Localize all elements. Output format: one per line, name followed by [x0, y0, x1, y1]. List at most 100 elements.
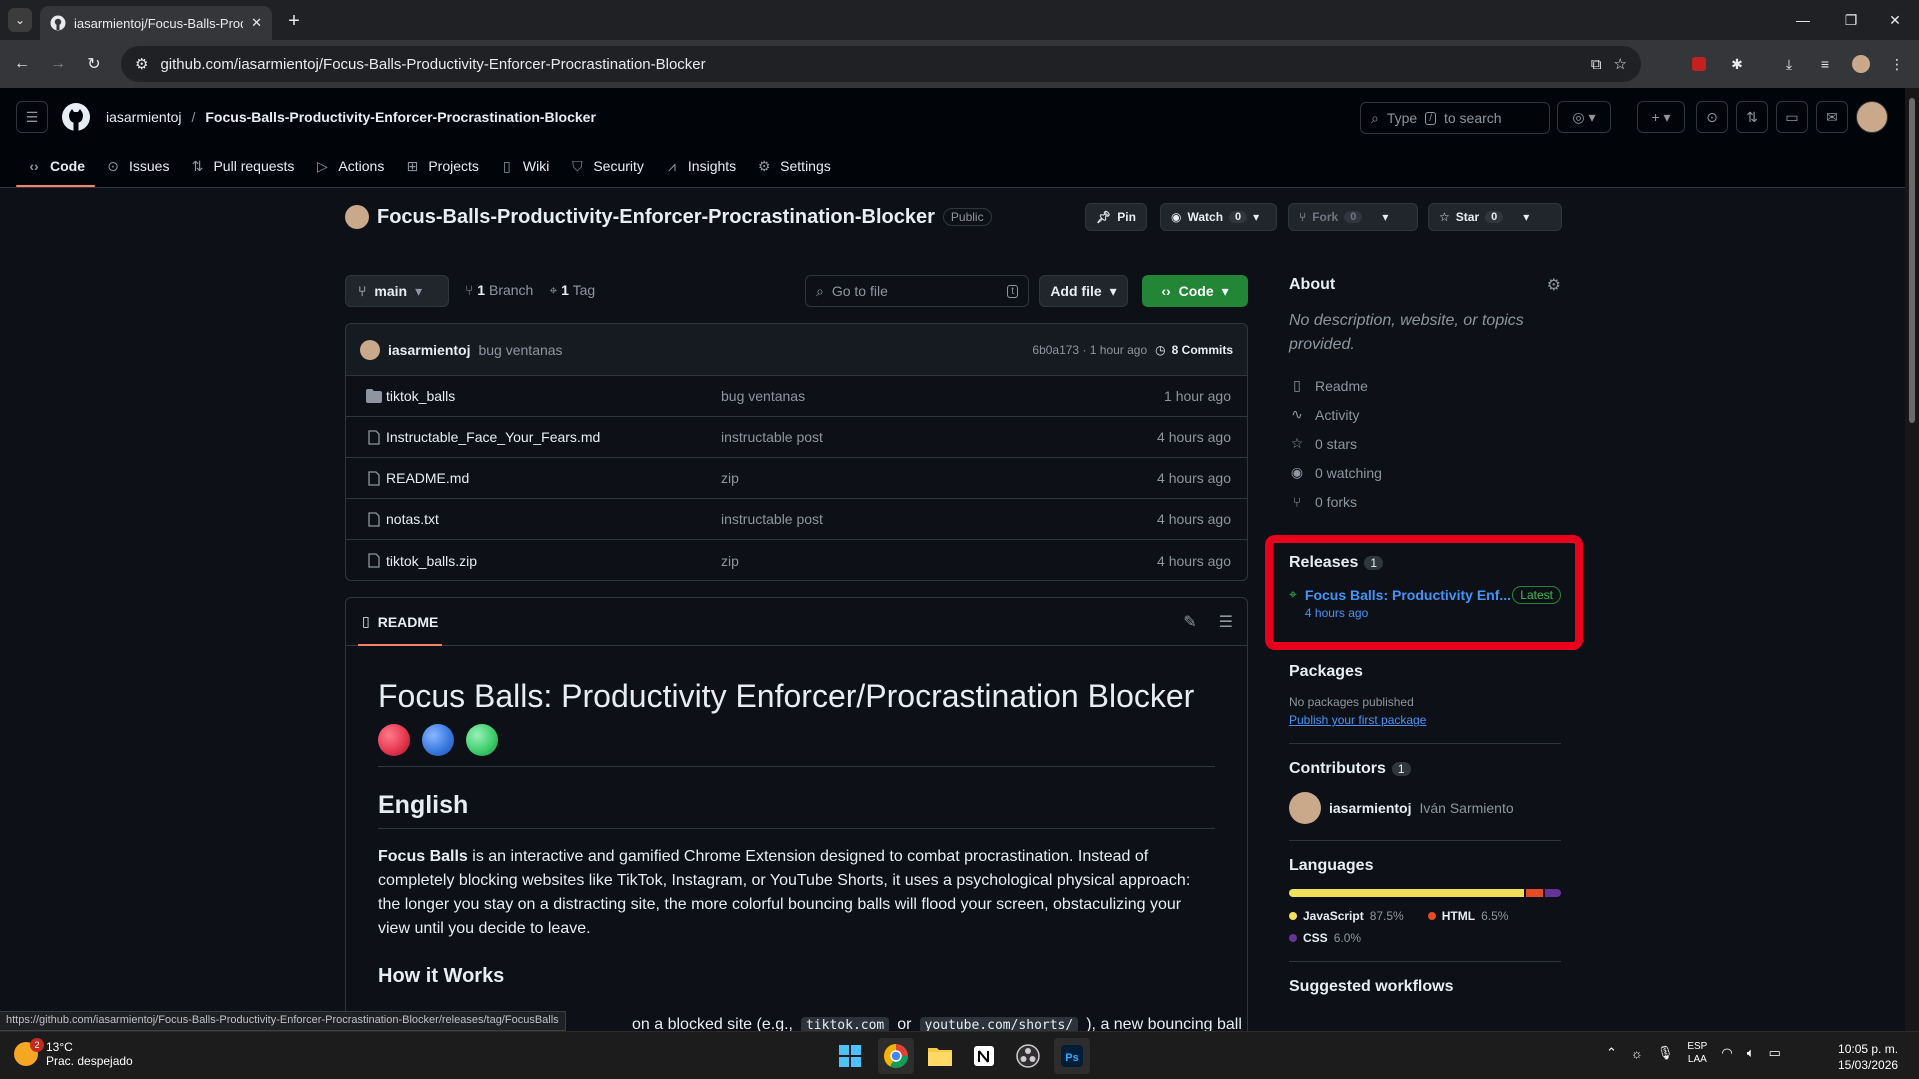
file-commit-message[interactable]: zip — [721, 553, 1157, 569]
create-new-button[interactable]: + ▾ — [1637, 101, 1685, 133]
close-window-icon[interactable]: ✕ — [1875, 8, 1915, 32]
tab-insights[interactable]: ⩘ Insights — [654, 145, 746, 187]
browser-tab[interactable]: iasarmientoj/Focus-Balls-Produ ✕ — [40, 6, 272, 40]
commits-link[interactable]: ◷ 8 Commits — [1155, 343, 1233, 357]
new-tab-icon[interactable]: + — [282, 9, 306, 33]
user-avatar[interactable] — [1856, 101, 1888, 133]
tab-settings[interactable]: ⚙ Settings — [746, 145, 841, 187]
owner-avatar[interactable] — [345, 205, 369, 229]
url-text[interactable]: github.com/iasarmientoj/Focus-Balls-Prod… — [160, 56, 1578, 73]
chevron-down-icon[interactable]: ▾ — [1523, 210, 1529, 224]
stars-link[interactable]: ☆ 0 stars — [1289, 429, 1561, 458]
fork-button[interactable]: ⑂ Fork 0 ▾ — [1288, 203, 1418, 231]
watch-button[interactable]: ◉ Watch 0 ▾ — [1160, 203, 1277, 231]
forward-icon[interactable]: → — [46, 52, 70, 76]
copilot-button[interactable]: ◎ ▾ — [1557, 101, 1611, 133]
file-name[interactable]: Instructable_Face_Your_Fears.md — [386, 429, 721, 445]
search-input[interactable]: ⌕ Type / to search — [1360, 102, 1550, 134]
input-language[interactable]: ESP LAA — [1687, 1040, 1707, 1066]
file-commit-message[interactable]: bug ventanas — [721, 388, 1164, 404]
extensions-puzzle-icon[interactable]: ✱ — [1725, 52, 1749, 76]
github-logo-icon[interactable] — [60, 101, 92, 133]
tab-search-chevron-icon[interactable]: ⌄ — [8, 8, 32, 32]
tab-projects[interactable]: ⊞ Projects — [394, 145, 489, 187]
tray-chevron-icon[interactable]: ⌃ — [1606, 1045, 1617, 1061]
contributor-item[interactable]: iasarmientoj Iván Sarmiento — [1289, 792, 1561, 824]
file-name[interactable]: README.md — [386, 470, 721, 486]
chrome-taskbar-icon[interactable] — [878, 1038, 914, 1074]
obs-icon[interactable] — [1010, 1038, 1046, 1074]
file-name[interactable]: tiktok_balls.zip — [386, 553, 721, 569]
file-commit-message[interactable]: instructable post — [721, 511, 1157, 527]
close-tab-icon[interactable]: ✕ — [251, 15, 262, 31]
repositories-icon[interactable]: ▭ — [1776, 101, 1808, 133]
branch-selector[interactable]: ⑂ main ▾ — [345, 275, 449, 307]
table-row[interactable]: tiktok_balls.zip zip 4 hours ago — [346, 540, 1247, 580]
contributor-login[interactable]: iasarmientoj — [1329, 800, 1411, 816]
file-commit-message[interactable]: zip — [721, 470, 1157, 486]
file-name[interactable]: notas.txt — [386, 511, 721, 527]
contributor-avatar[interactable] — [1289, 792, 1321, 824]
language-javascript[interactable]: JavaScript 87.5% — [1289, 909, 1404, 923]
publish-package-link[interactable]: Publish your first package — [1289, 713, 1561, 727]
commit-message[interactable]: bug ventanas — [478, 342, 1024, 358]
table-row[interactable]: notas.txt instructable post 4 hours ago — [346, 499, 1247, 540]
issues-icon[interactable]: ⊙ — [1696, 101, 1728, 133]
goto-file-input[interactable]: ⌕ Go to file t — [805, 275, 1029, 307]
minimize-icon[interactable]: — — [1783, 8, 1823, 32]
weather-widget[interactable]: 2 13°C Prac. despejado — [14, 1038, 133, 1068]
commit-sha-time[interactable]: 6b0a173 · 1 hour ago — [1032, 343, 1147, 357]
downloads-icon[interactable]: ⤓ — [1777, 52, 1801, 76]
watching-link[interactable]: ◉ 0 watching — [1289, 458, 1561, 487]
language-css[interactable]: CSS 6.0% — [1289, 931, 1561, 945]
tags-link[interactable]: ⌖ 1 Tag — [549, 282, 595, 299]
activity-link[interactable]: ∿ Activity — [1289, 400, 1561, 429]
repo-name[interactable]: Focus-Balls-Productivity-Enforcer-Procra… — [377, 206, 935, 229]
readme-link[interactable]: ▯ Readme — [1289, 371, 1561, 400]
pin-button[interactable]: 📌︎ Pin — [1085, 203, 1147, 231]
brightness-icon[interactable]: ☼ — [1631, 1046, 1643, 1061]
gear-icon[interactable]: ⚙ — [1547, 275, 1561, 295]
file-commit-message[interactable]: instructable post — [721, 429, 1157, 445]
file-name[interactable]: tiktok_balls — [386, 388, 721, 404]
tab-wiki[interactable]: ▯ Wiki — [489, 145, 559, 187]
chevron-down-icon[interactable]: ▾ — [1382, 210, 1388, 224]
forks-link[interactable]: ⑂ 0 forks — [1289, 487, 1561, 516]
table-row[interactable]: tiktok_balls bug ventanas 1 hour ago — [346, 376, 1247, 417]
site-info-icon[interactable]: ⚙ — [135, 55, 148, 73]
volume-icon[interactable]: 🔈︎ — [1747, 1045, 1755, 1061]
outline-list-icon[interactable]: ☰ — [1219, 612, 1233, 632]
branches-link[interactable]: ⑂ 1 Branch — [465, 282, 533, 299]
table-row[interactable]: README.md zip 4 hours ago — [346, 458, 1247, 499]
table-row[interactable]: Instructable_Face_Your_Fears.md instruct… — [346, 417, 1247, 458]
tab-security[interactable]: ⛉ Security — [559, 145, 654, 187]
tab-issues[interactable]: ⊙ Issues — [95, 145, 179, 187]
chevron-down-icon[interactable]: ▾ — [1253, 210, 1259, 224]
star-button[interactable]: ☆ Star 0 ▾ — [1428, 203, 1562, 231]
profile-avatar[interactable] — [1849, 52, 1873, 76]
language-html[interactable]: HTML 6.5% — [1427, 909, 1508, 923]
bookmark-star-icon[interactable]: ☆ — [1614, 55, 1627, 73]
packages-title[interactable]: Packages — [1289, 663, 1561, 681]
edit-pencil-icon[interactable]: ✎ — [1183, 612, 1196, 632]
taskbar-clock[interactable]: 10:05 p. m. 15/03/2026 — [1838, 1041, 1898, 1073]
install-app-icon[interactable]: ⧉ — [1591, 56, 1602, 73]
add-file-button[interactable]: Add file ▾ — [1039, 275, 1128, 307]
tab-actions[interactable]: ▷ Actions — [304, 145, 394, 187]
wifi-icon[interactable]: ◠ — [1721, 1045, 1732, 1061]
photoshop-icon[interactable]: Ps — [1054, 1038, 1090, 1074]
tab-pull-requests[interactable]: ⇅ Pull requests — [179, 145, 304, 187]
inbox-icon[interactable]: ✉ — [1816, 101, 1848, 133]
scrollbar-thumb[interactable] — [1909, 98, 1915, 423]
hamburger-menu-icon[interactable]: ☰ — [16, 101, 48, 133]
chrome-menu-icon[interactable]: ⋮ — [1885, 52, 1909, 76]
notion-icon[interactable] — [966, 1038, 1002, 1074]
record-extension-icon[interactable] — [1687, 52, 1711, 76]
breadcrumb-owner[interactable]: iasarmientoj — [106, 109, 181, 125]
file-explorer-icon[interactable] — [922, 1038, 958, 1074]
pull-requests-icon[interactable]: ⇅ — [1736, 101, 1768, 133]
readme-tab[interactable]: ▯ README — [357, 598, 443, 646]
code-button[interactable]: ‹› Code ▾ — [1142, 275, 1248, 307]
reload-icon[interactable]: ↻ — [82, 52, 106, 76]
page-scrollbar[interactable] — [1905, 88, 1919, 1031]
